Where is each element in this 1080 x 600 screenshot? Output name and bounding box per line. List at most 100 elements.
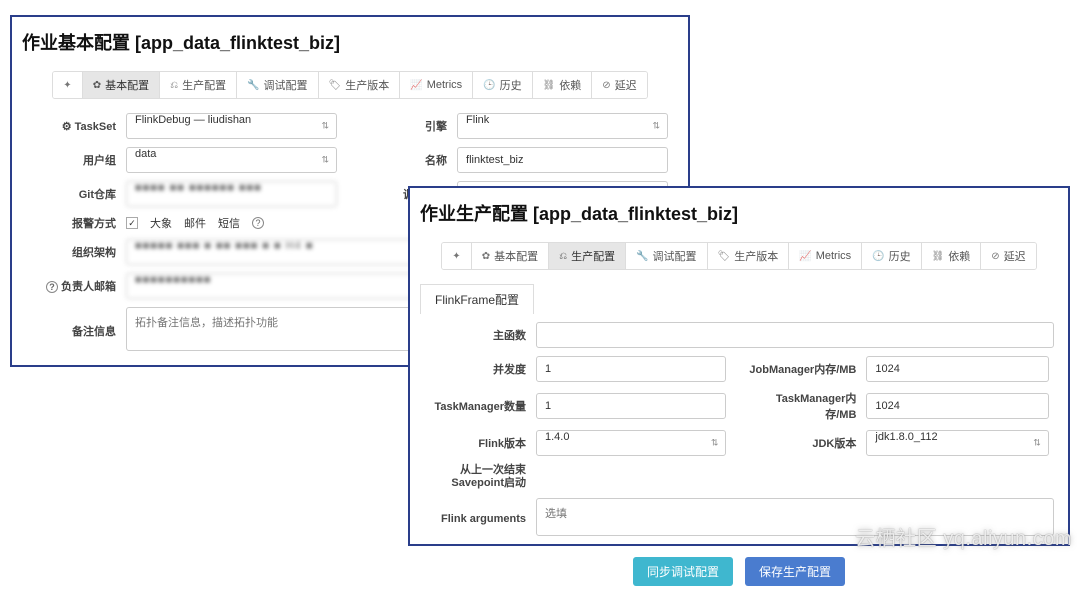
gear-icon bbox=[62, 121, 72, 133]
engine-value: Flink bbox=[457, 113, 668, 139]
alarm-checkbox-daxiang[interactable]: ✓ bbox=[126, 217, 138, 229]
tab-label: 生产版本 bbox=[734, 248, 778, 264]
chain-icon: ⛓ bbox=[543, 80, 556, 91]
gitrepo-label: Git仓库 bbox=[26, 186, 126, 202]
alarm-opt-daxiang: 大象 bbox=[150, 215, 172, 231]
parallel-input[interactable] bbox=[536, 356, 726, 382]
name-input[interactable] bbox=[457, 147, 668, 173]
star-icon: ✦ bbox=[452, 251, 460, 262]
tab-metrics[interactable]: 📈 Metrics bbox=[400, 72, 473, 98]
wrench-icon: 🔧 bbox=[247, 80, 259, 91]
slash-icon: ⊘ bbox=[991, 251, 999, 262]
tab-label: 依赖 bbox=[559, 77, 581, 93]
tag-icon: 🏷 bbox=[718, 251, 731, 262]
alarm-opt-email[interactable]: 邮件 bbox=[184, 215, 206, 231]
sync-debug-config-button[interactable]: 同步调试配置 bbox=[633, 557, 733, 586]
chart-icon: 📈 bbox=[799, 251, 811, 262]
prod-config-form: 主函数 并发度 JobManager内存/MB TaskManager数量 Ta… bbox=[410, 314, 1068, 539]
tab-label: Metrics bbox=[816, 250, 851, 262]
remark-label: 备注信息 bbox=[26, 323, 126, 339]
tab-label: 生产配置 bbox=[571, 248, 615, 264]
flower-icon: ✿ bbox=[93, 80, 101, 91]
usergroup-select[interactable]: data bbox=[126, 147, 337, 173]
alarm-opt-sms[interactable]: 短信 bbox=[218, 215, 240, 231]
taskset-select[interactable]: FlinkDebug — liudishan bbox=[126, 113, 337, 139]
prod-config-tabbar: ✦ ✿基本配置 ⎌ 生产配置 🔧 调试配置 🏷生产版本 📈 Metrics 🕒 历史 ⛓… bbox=[441, 242, 1036, 270]
name-input-wrap bbox=[457, 147, 668, 173]
taskset-value: FlinkDebug — liudishan bbox=[126, 113, 337, 139]
mainfn-label: 主函数 bbox=[424, 327, 536, 343]
tab-prod-version[interactable]: 🏷生产版本 bbox=[708, 243, 790, 269]
prod-config-title: 作业生产配置 [app_data_flinktest_biz] bbox=[410, 188, 1068, 230]
alarm-label: 报警方式 bbox=[26, 215, 126, 231]
tab-delay[interactable]: ⊘延迟 bbox=[592, 72, 646, 98]
tab-history[interactable]: 🕒 历史 bbox=[862, 243, 921, 269]
tmcount-label: TaskManager数量 bbox=[424, 398, 536, 414]
tab-debug-config[interactable]: 🔧 调试配置 bbox=[237, 72, 318, 98]
jmmem-label: JobManager内存/MB bbox=[746, 361, 866, 377]
tab-metrics[interactable]: 📈 Metrics bbox=[789, 243, 862, 269]
tab-delay[interactable]: ⊘ 延迟 bbox=[981, 243, 1035, 269]
tab-history[interactable]: 🕒 历史 bbox=[473, 72, 532, 98]
help-icon[interactable]: ? bbox=[46, 281, 58, 293]
basic-config-tabbar: ✦ ✿ 基本配置 ⎌ 生产配置 🔧 调试配置 🏷生产版本 📈 Metrics 🕒 历史 ⛓… bbox=[52, 71, 647, 99]
gitrepo-value[interactable]: ■■■■ ■■ ■■■■■■ ■■■ bbox=[126, 181, 337, 207]
tab-label: 生产配置 bbox=[182, 77, 226, 93]
jdkver-value: jdk1.8.0_112 bbox=[866, 430, 1048, 456]
watermark: 云栖社区 yq.aliyun.com bbox=[855, 522, 1072, 551]
tab-star[interactable]: ✦ bbox=[53, 72, 82, 98]
engine-select[interactable]: Flink bbox=[457, 113, 668, 139]
tab-prod-config[interactable]: ⎌ 生产配置 bbox=[160, 72, 237, 98]
tmmem-input[interactable] bbox=[866, 393, 1048, 419]
basic-config-title: 作业基本配置 [app_data_flinktest_biz] bbox=[12, 17, 688, 59]
prod-config-panel: 作业生产配置 [app_data_flinktest_biz] ✦ ✿基本配置 … bbox=[408, 186, 1070, 546]
tab-label: Metrics bbox=[427, 79, 462, 91]
tab-label: 历史 bbox=[500, 77, 522, 93]
jdkver-select[interactable]: jdk1.8.0_112 bbox=[866, 430, 1048, 456]
tab-label: 依赖 bbox=[948, 248, 970, 264]
help-icon[interactable]: ? bbox=[252, 217, 264, 229]
usergroup-label: 用户组 bbox=[26, 152, 126, 168]
tab-label: 生产版本 bbox=[345, 77, 389, 93]
flinkargs-label: Flink arguments bbox=[424, 513, 536, 525]
tab-deps[interactable]: ⛓依赖 bbox=[533, 72, 593, 98]
tab-prod-config[interactable]: ⎌ 生产配置 bbox=[549, 243, 626, 269]
chart-icon: 📈 bbox=[410, 80, 422, 91]
name-label: 名称 bbox=[357, 152, 457, 168]
tab-prod-version[interactable]: 🏷生产版本 bbox=[319, 72, 401, 98]
gitrepo-input-wrap: ■■■■ ■■ ■■■■■■ ■■■ bbox=[126, 181, 337, 207]
flinkframe-section-tab[interactable]: FlinkFrame配置 bbox=[420, 284, 534, 314]
tab-basic-config[interactable]: ✿ 基本配置 bbox=[83, 72, 160, 98]
jdkver-label: JDK版本 bbox=[746, 435, 866, 451]
tab-label: 调试配置 bbox=[264, 77, 308, 93]
engine-label: 引擎 bbox=[357, 118, 457, 134]
owneremail-label: ? 负责人邮箱 bbox=[26, 278, 126, 294]
clock-icon: 🕒 bbox=[872, 251, 884, 262]
star-icon: ✦ bbox=[63, 80, 71, 91]
tab-basic-config[interactable]: ✿基本配置 bbox=[472, 243, 549, 269]
clock-icon: 🕒 bbox=[483, 80, 495, 91]
save-prod-config-button[interactable]: 保存生产配置 bbox=[745, 557, 845, 586]
flower-icon: ✿ bbox=[482, 251, 490, 262]
tab-label: 调试配置 bbox=[653, 248, 697, 264]
tab-label: 基本配置 bbox=[105, 77, 149, 93]
slash-icon: ⊘ bbox=[602, 80, 610, 91]
tab-label: 历史 bbox=[889, 248, 911, 264]
tab-debug-config[interactable]: 🔧 调试配置 bbox=[626, 243, 707, 269]
tmcount-input[interactable] bbox=[536, 393, 726, 419]
taskset-label: TaskSet bbox=[26, 120, 126, 133]
savepoint-label: 从上一次结束Savepoint启动 bbox=[424, 464, 536, 490]
tab-star[interactable]: ✦ bbox=[442, 243, 471, 269]
tmmem-label: TaskManager内存/MB bbox=[746, 390, 866, 422]
flinkver-select[interactable]: 1.4.0 bbox=[536, 430, 726, 456]
jmmem-input[interactable] bbox=[866, 356, 1048, 382]
cycle-icon: ⎌ bbox=[170, 80, 178, 91]
cycle-icon: ⎌ bbox=[559, 251, 567, 262]
chain-icon: ⛓ bbox=[932, 251, 945, 262]
mainfn-input[interactable] bbox=[536, 322, 1054, 348]
flinkver-label: Flink版本 bbox=[424, 435, 536, 451]
tab-label: 延迟 bbox=[1004, 248, 1026, 264]
tab-deps[interactable]: ⛓依赖 bbox=[922, 243, 982, 269]
tag-icon: 🏷 bbox=[329, 80, 342, 91]
wrench-icon: 🔧 bbox=[636, 251, 648, 262]
